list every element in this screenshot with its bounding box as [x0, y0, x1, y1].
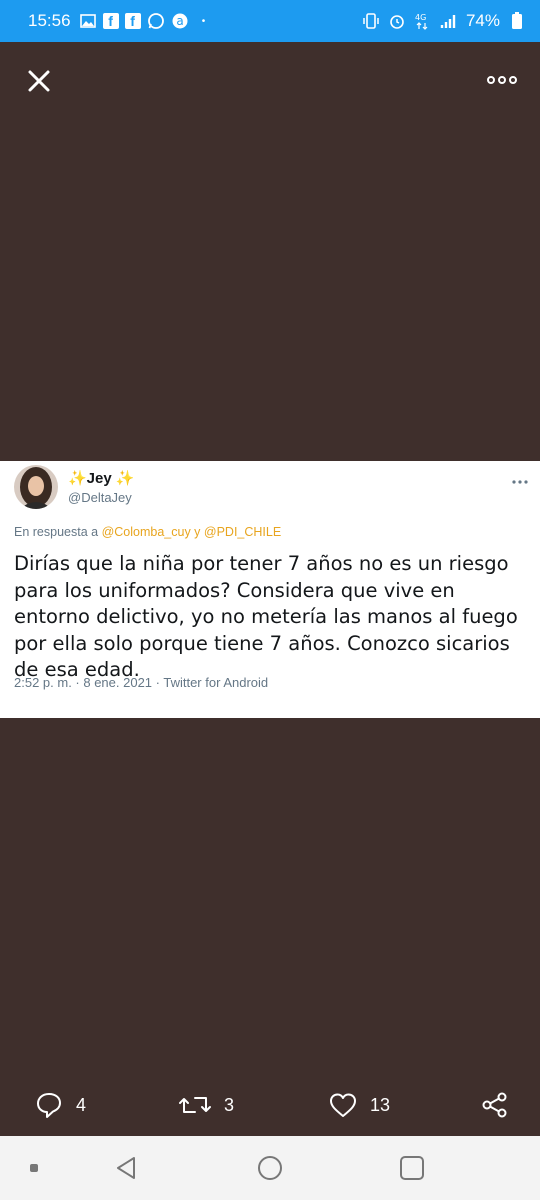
svg-text:4G: 4G [415, 13, 426, 22]
app-a-icon: a [171, 12, 189, 30]
alarm-icon [388, 12, 406, 30]
navigation-bar [0, 1136, 540, 1200]
overview-button[interactable] [398, 1154, 426, 1182]
svg-text:a: a [176, 14, 183, 28]
signal-icon [440, 12, 458, 30]
status-time: 15:56 [28, 11, 71, 30]
retweet-button[interactable]: 3 [178, 1090, 234, 1120]
facebook-icon: f [102, 13, 119, 29]
vibrate-icon [362, 12, 380, 30]
tweet-meta: 2:52 p. m. · 8 ene. 2021 · Twitter for A… [14, 675, 269, 690]
tweet-text: Dirías que la niña por tener 7 años no e… [14, 552, 518, 681]
reply-count: 4 [76, 1094, 87, 1115]
author-name: ✨Jey ✨ [68, 470, 135, 487]
tweet-image: ✨Jey ✨ @DeltaJey En respuesta a @Colomba… [0, 461, 540, 718]
home-icon [258, 1156, 282, 1180]
back-icon [117, 1157, 135, 1179]
overview-icon [400, 1156, 424, 1180]
reply-prefix: En respuesta a [14, 525, 99, 539]
like-button[interactable]: 13 [328, 1090, 390, 1120]
back-button[interactable] [112, 1154, 140, 1182]
retweet-count: 3 [224, 1094, 235, 1115]
reply-context: En respuesta a @Colomba_cuy y @PDI_CHILE [14, 525, 281, 539]
share-icon [482, 1092, 507, 1118]
heart-icon [330, 1093, 356, 1117]
gallery-icon [79, 12, 97, 30]
home-button[interactable] [256, 1154, 284, 1182]
whatsapp-icon [147, 12, 165, 30]
chevron-down-icon [512, 473, 528, 484]
close-button[interactable] [22, 64, 56, 98]
dot-icon: • [201, 15, 206, 27]
reply-icon [37, 1093, 61, 1118]
like-count: 13 [370, 1094, 391, 1115]
viewer-toolbar [0, 42, 540, 120]
reply-mentions: @Colomba_cuy y @PDI_CHILE [101, 525, 282, 539]
notification-icons: f f a • [79, 12, 213, 30]
retweet-icon [179, 1097, 211, 1113]
avatar [14, 465, 58, 509]
author-handle: @DeltaJey [68, 490, 132, 505]
dot-icon [30, 1164, 38, 1172]
reply-button[interactable]: 4 [34, 1090, 86, 1120]
more-icon [487, 76, 517, 84]
status-bar: 15:56 f f a • 4G 74% [0, 0, 540, 42]
share-button[interactable] [480, 1090, 510, 1120]
4g-icon: 4G [414, 12, 432, 30]
battery-icon [508, 12, 526, 30]
facebook-icon: f [124, 13, 141, 29]
recents-dot-button[interactable] [20, 1154, 48, 1182]
system-icons: 4G 74% [362, 11, 526, 31]
tweet-action-bar: 4 3 13 [0, 1080, 540, 1130]
more-options-button[interactable] [486, 70, 518, 90]
close-icon [28, 70, 50, 92]
battery-percent: 74% [465, 11, 500, 30]
